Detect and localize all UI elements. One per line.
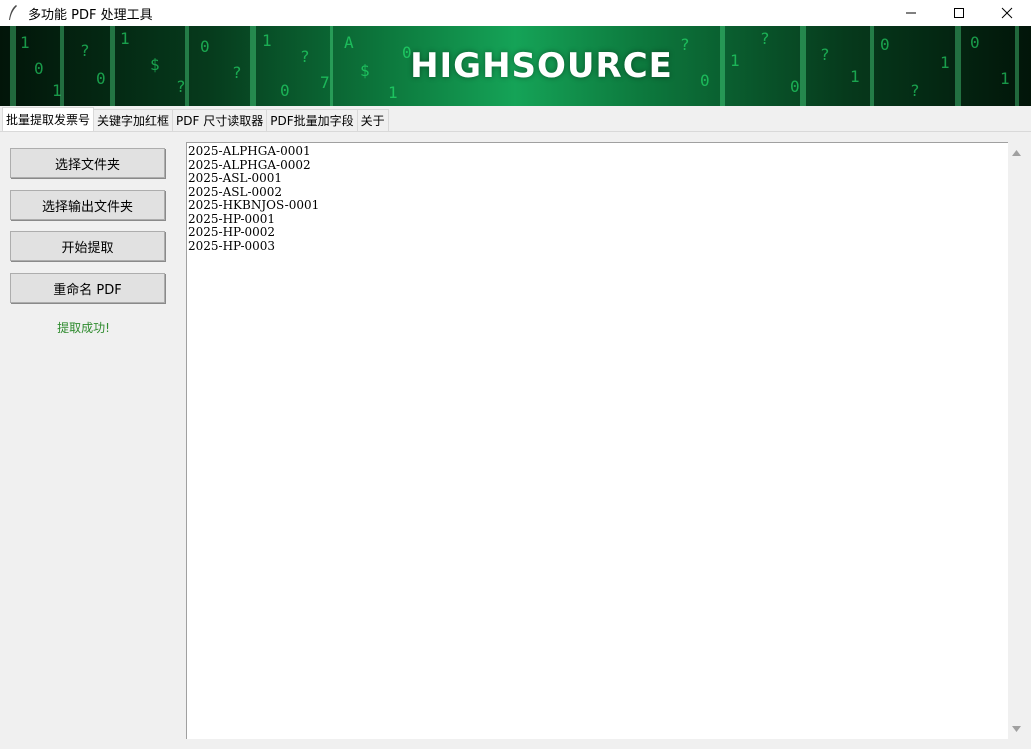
tab-batch-extract-invoice[interactable]: 批量提取发票号 [2, 107, 95, 131]
start-extract-button[interactable]: 开始提取 [10, 231, 165, 261]
output-line: 2025-ASL-0001 [188, 171, 283, 185]
output-line: 2025-HP-0003 [188, 238, 276, 253]
window-controls [887, 0, 1031, 26]
maximize-icon[interactable] [935, 0, 983, 26]
output-line: 2025-ASL-0002 [188, 184, 283, 199]
scroll-down-icon[interactable] [1008, 720, 1025, 737]
feather-icon [8, 5, 22, 21]
status-label: 提取成功! [57, 321, 110, 335]
rename-pdf-button[interactable]: 重命名 PDF [10, 273, 165, 303]
select-folder-button[interactable]: 选择文件夹 [10, 148, 165, 178]
title-bar: 多功能 PDF 处理工具 [0, 0, 1031, 26]
scroll-up-icon[interactable] [1008, 144, 1025, 161]
output-textarea[interactable]: 2025-ALPHGA-0001 2025-ALPHGA-0002 2025-A… [186, 142, 1008, 739]
output-line: 2025-HP-0001 [188, 211, 276, 226]
output-line: 2025-ALPHGA-0001 [188, 144, 311, 158]
tab-about[interactable]: 关于 [356, 109, 389, 131]
output-line: 2025-HP-0002 [188, 225, 276, 239]
logo: HIGHSOURCE [410, 46, 673, 86]
tab-keyword-red-box[interactable]: 关键字加红框 [93, 109, 174, 131]
tab-bar: 批量提取发票号 关键字加红框 PDF 尺寸读取器 PDF批量加字段 关于 [0, 106, 1031, 132]
vertical-scrollbar[interactable] [1008, 142, 1025, 739]
close-icon[interactable] [983, 0, 1031, 26]
left-panel: 选择文件夹 选择输出文件夹 开始提取 重命名 PDF 提取成功! [0, 133, 184, 749]
banner-image: 101 ? 0 1 $? 0 ? 1 0 ? 7 A $1 0 ? 0 1 ? 0? 1 0? 101 … [0, 26, 1031, 106]
minimize-icon[interactable] [887, 0, 935, 26]
window-title: 多功能 PDF 处理工具 [28, 7, 153, 23]
output-line: 2025-HKBNJOS-0001 [188, 198, 320, 212]
output-line: 2025-ALPHGA-0002 [188, 157, 311, 172]
tab-pdf-size-reader[interactable]: PDF 尺寸读取器 [172, 109, 268, 131]
tab-pdf-batch-add-field[interactable]: PDF批量加字段 [266, 109, 358, 131]
select-output-folder-button[interactable]: 选择输出文件夹 [10, 190, 165, 220]
